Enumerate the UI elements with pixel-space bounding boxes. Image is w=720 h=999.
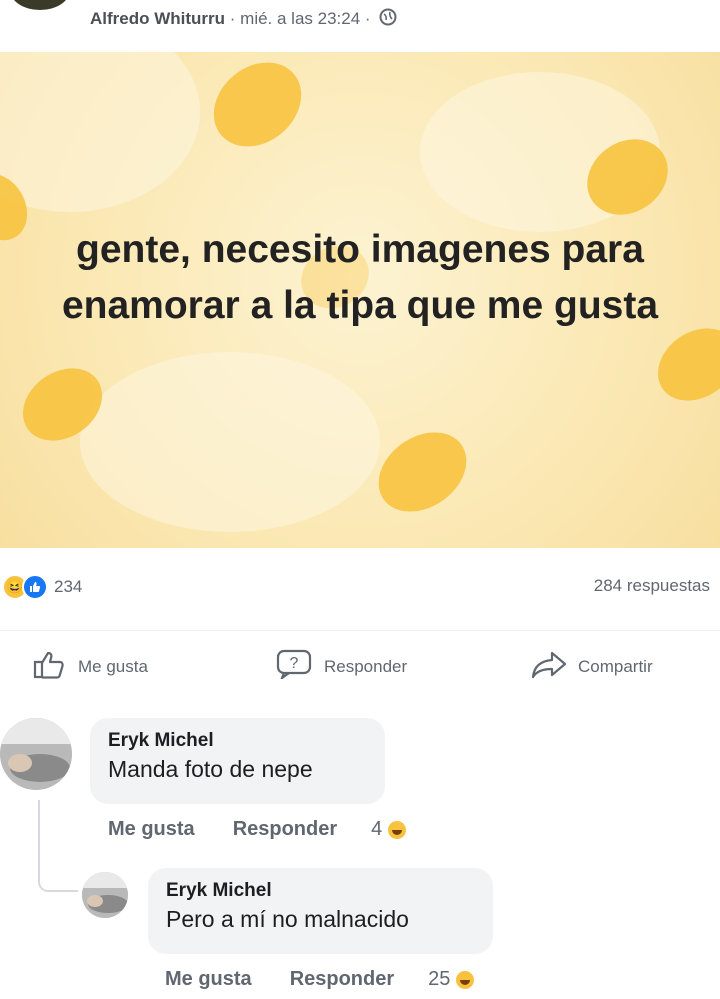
comment-reaction-count[interactable]: 4 — [371, 818, 382, 841]
meta-separator: · — [225, 9, 241, 28]
meta-separator: · — [360, 9, 376, 28]
comment-text: Pero a mí no malnacido — [166, 906, 409, 932]
like-button[interactable]: Me gusta — [32, 649, 148, 684]
commenter-name[interactable]: Eryk Michel — [108, 730, 367, 752]
post-time[interactable]: mié. a las 23:24 — [240, 9, 360, 28]
svg-text:?: ? — [290, 655, 299, 672]
post-stats: 😆 234 284 respuestas — [0, 560, 720, 610]
share-button[interactable]: Compartir — [530, 649, 653, 684]
share-arrow-icon — [530, 649, 578, 684]
haha-icon — [388, 820, 407, 839]
globe-icon — [379, 8, 397, 31]
reply-button[interactable]: ? Responder — [276, 649, 407, 684]
post-actions: Me gusta ? Responder Compartir — [0, 630, 720, 691]
author-avatar[interactable] — [10, 0, 70, 10]
commenter-avatar[interactable] — [0, 718, 72, 790]
reply-thread-line — [38, 800, 78, 892]
reaction-summary[interactable]: 😆 234 — [2, 574, 82, 600]
reply-actions: Me gusta Responder 25 — [165, 968, 475, 991]
thumbs-up-icon — [32, 649, 78, 684]
comment-actions: Me gusta Responder 4 — [108, 818, 407, 841]
comment-text: Manda foto de nepe — [108, 756, 313, 782]
share-label: Compartir — [578, 656, 653, 676]
replies-count[interactable]: 284 respuestas — [594, 576, 710, 596]
post-text: gente, necesito imagenes para enamorar a… — [61, 228, 659, 327]
reply-bubble: Eryk Michel Pero a mí no malnacido — [148, 868, 493, 954]
reply-reply-button[interactable]: Responder — [290, 968, 394, 991]
reply-reaction-count[interactable]: 25 — [428, 968, 450, 991]
post-meta: Alfredo Whiturru · mié. a las 23:24 · — [90, 8, 397, 31]
reply-like-button[interactable]: Me gusta — [165, 968, 252, 991]
haha-icon — [456, 970, 475, 989]
like-label: Me gusta — [78, 656, 148, 676]
author-name[interactable]: Alfredo Whiturru — [90, 9, 225, 28]
reaction-count: 234 — [54, 577, 83, 596]
question-bubble-icon: ? — [276, 649, 324, 684]
post-background: gente, necesito imagenes para enamorar a… — [0, 52, 720, 548]
comment-like-button[interactable]: Me gusta — [108, 818, 195, 841]
comment-bubble: Eryk Michel Manda foto de nepe — [90, 718, 385, 804]
comment-reply-button[interactable]: Responder — [233, 818, 337, 841]
post-header: Alfredo Whiturru · mié. a las 23:24 · — [0, 0, 720, 50]
commenter-name[interactable]: Eryk Michel — [166, 880, 475, 902]
like-icon — [22, 574, 48, 600]
commenter-avatar[interactable] — [82, 872, 128, 918]
reply-label: Responder — [324, 656, 408, 676]
